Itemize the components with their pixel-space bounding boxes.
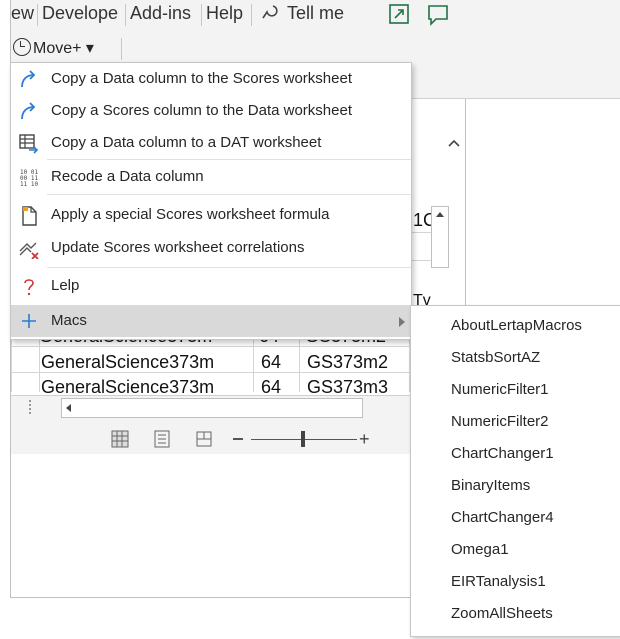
move-plus-menu: Copy a Data column to the Scores workshe… — [10, 62, 412, 340]
submenu-item-chart-changer-4[interactable]: ChartChanger4 — [451, 502, 554, 534]
menu-item-label: Apply a special Scores worksheet formula — [51, 206, 330, 223]
tab-view[interactable]: ew — [11, 0, 34, 26]
cell-name[interactable]: GeneralScience373m — [41, 374, 253, 394]
menu-item-label: Copy a Data column to a DAT worksheet — [51, 134, 322, 151]
submenu-arrow-icon — [399, 317, 405, 327]
tab-add-ins[interactable]: Add-ins — [130, 0, 191, 26]
tab-divider — [251, 4, 252, 26]
menu-separator — [47, 194, 411, 195]
tab-divider — [125, 4, 126, 26]
ribbon-body-extension — [465, 32, 620, 99]
tab-developer[interactable]: Develope — [42, 0, 118, 26]
menu-item-label: Update Scores worksheet correlations — [51, 239, 305, 256]
submenu-item-omega-1[interactable]: Omega1 — [451, 534, 509, 566]
ribbon-tabs-extension — [465, 0, 620, 32]
menu-item-apply-special-formula[interactable]: Apply a special Scores worksheet formula — [11, 200, 411, 230]
split-handle[interactable] — [29, 400, 34, 414]
tab-divider — [201, 4, 202, 26]
arrow-copy-icon — [21, 102, 36, 120]
binary-recode-icon: 10 01 00 11 11 10 — [20, 169, 38, 188]
plus-icon — [22, 314, 36, 328]
ribbon-tabs: ew Develope Add-ins Help Tell me — [11, 0, 465, 32]
tell-me-search[interactable]: Tell me — [287, 0, 344, 26]
menu-item-label: Recode a Data column — [51, 168, 204, 185]
submenu-item-zoom-all-sheets[interactable]: ZoomAllSheets — [451, 598, 553, 630]
grid-line — [409, 260, 431, 261]
cell-clip: GeneralScience373m — [41, 374, 253, 394]
cell-count[interactable]: 64 — [261, 349, 299, 375]
scroll-left-icon[interactable] — [62, 399, 76, 417]
horizontal-scrollbar[interactable] — [61, 398, 363, 418]
svg-text:11 10: 11 10 — [20, 181, 38, 188]
tab-divider — [37, 4, 38, 26]
submenu-item-statsb-sort-az[interactable]: StatsbSortAZ — [451, 342, 540, 374]
menu-item-label: Copy a Data column to the Scores workshe… — [51, 70, 352, 87]
macs-submenu: AboutLertapMacros StatsbSortAZ NumericFi… — [410, 305, 620, 637]
cell-count[interactable]: 64 — [261, 374, 299, 394]
comments-icon[interactable] — [425, 2, 451, 28]
collapse-ribbon-icon[interactable] — [447, 138, 461, 148]
menu-item-macs[interactable]: Macs — [11, 305, 411, 337]
zoom-in-icon[interactable]: + — [359, 430, 370, 448]
document-icon — [22, 206, 37, 226]
ribbon-divider — [121, 38, 122, 60]
cell-code[interactable]: GS373m2 — [307, 349, 409, 375]
menu-item-update-correlations[interactable]: Update Scores worksheet correlations — [11, 233, 411, 263]
submenu-item-chart-changer-1[interactable]: ChartChanger1 — [451, 438, 554, 470]
cell-code[interactable]: GS373m3 — [307, 374, 409, 394]
page-break-view-icon[interactable] — [195, 430, 213, 448]
tab-help[interactable]: Help — [206, 0, 243, 26]
submenu-item-about-lertap-macros[interactable]: AboutLertapMacros — [451, 310, 582, 342]
zoom-slider-thumb[interactable] — [301, 431, 305, 447]
menu-separator — [47, 267, 411, 268]
cell-clip: 64 — [261, 374, 299, 394]
vertical-scrollbar[interactable] — [431, 206, 449, 268]
submenu-item-binary-items[interactable]: BinaryItems — [451, 470, 530, 502]
normal-view-icon[interactable] — [111, 430, 129, 448]
update-correlation-icon — [19, 242, 39, 259]
move-plus-button[interactable]: Move+ ▾ — [13, 36, 94, 62]
scroll-up-icon[interactable] — [432, 207, 448, 223]
submenu-item-eirt-analysis-1[interactable]: EIRTanalysis1 — [451, 566, 546, 598]
menu-item-copy-scores-to-data[interactable]: Copy a Scores column to the Data workshe… — [11, 96, 411, 126]
submenu-item-numeric-filter-1[interactable]: NumericFilter1 — [451, 374, 549, 406]
arrow-copy-icon — [21, 70, 36, 88]
column-header-partial: 1C — [413, 210, 431, 230]
lightbulb-search-icon — [262, 5, 278, 19]
move-plus-label: Move+ ▾ — [33, 40, 94, 57]
menu-item-recode-data-column[interactable]: 10 01 00 11 11 10 Recode a Data column — [11, 162, 411, 192]
cell-name[interactable]: GeneralScience373m — [41, 349, 253, 375]
status-bar: + — [11, 395, 465, 454]
menu-item-copy-data-to-dat[interactable]: Copy a Data column to a DAT worksheet — [11, 128, 411, 158]
menu-item-label: Lelp — [51, 277, 80, 294]
menu-item-label: Copy a Scores column to the Data workshe… — [51, 102, 352, 119]
menu-separator — [47, 159, 411, 160]
cell-clip: GS373m3 — [307, 374, 409, 394]
menu-item-lelp[interactable]: Lelp — [11, 271, 411, 301]
menu-item-label: Macs — [51, 312, 87, 329]
menu-item-copy-data-to-scores[interactable]: Copy a Data column to the Scores workshe… — [11, 64, 411, 94]
zoom-out-icon[interactable] — [233, 438, 243, 440]
page-layout-view-icon[interactable] — [153, 430, 171, 448]
table-export-icon — [19, 134, 39, 154]
share-icon[interactable] — [387, 2, 411, 26]
clock-icon — [13, 38, 31, 56]
question-icon — [24, 279, 34, 296]
submenu-item-numeric-filter-2[interactable]: NumericFilter2 — [451, 406, 549, 438]
